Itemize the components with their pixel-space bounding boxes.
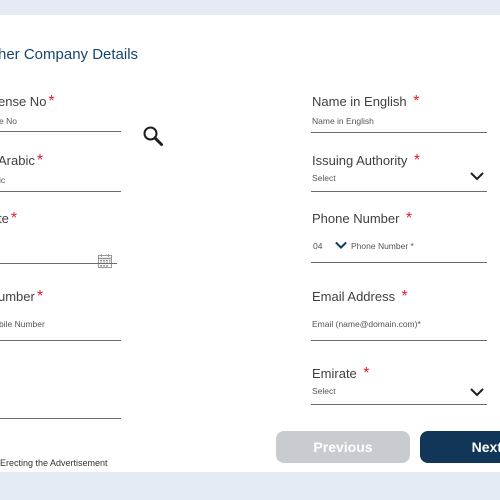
issuing-authority-label: Issuing Authority [312,153,408,168]
mobile-underline [0,340,121,341]
required-marker: * [36,152,44,169]
required-marker: * [401,288,408,305]
emirate-field-label: Emirate * [312,365,369,383]
license-underline [0,131,121,132]
form-card: her Company Details ense No * e No Arabic… [0,15,500,472]
license-label: ense No [0,94,47,109]
date-field-label: te* [0,210,17,228]
phone-code-select[interactable]: 04 [313,241,322,251]
arabic-underline [0,191,121,192]
email-underline [311,340,487,341]
issuing-authority-underline [311,191,487,192]
email-input[interactable]: Email (name@domain.com)* [312,319,421,329]
terms-text: Erecting the Advertisement [0,458,108,468]
date-underline [0,263,117,264]
required-marker: * [10,210,18,227]
name-english-underline [311,132,487,133]
phone-underline [311,262,487,263]
name-english-label: Name in English [312,94,407,109]
phone-label: Phone Number [312,211,400,226]
phone-input[interactable]: Phone Number * [351,241,414,251]
arabic-field-label: Arabic * [0,152,43,170]
required-marker: * [48,93,55,110]
calendar-icon[interactable] [98,254,112,268]
page-title: her Company Details [0,46,139,63]
mobile-field-label: umber * [0,288,43,306]
chevron-down-icon[interactable] [470,387,484,397]
email-field-label: Email Address * [312,288,408,306]
email-label: Email Address [312,289,396,304]
name-english-input[interactable]: Name in English [312,116,374,126]
blank-field-underline [0,418,121,419]
date-label: te [0,211,9,226]
name-english-field-label: Name in English * [312,93,419,111]
license-field-label: ense No * [0,93,55,111]
arabic-input[interactable]: ic [0,175,5,185]
license-input[interactable]: e No [0,116,17,126]
mobile-label: umber [0,289,35,304]
arabic-label: Arabic [0,153,35,168]
next-button-label: Next [471,439,500,455]
required-marker: * [36,288,44,305]
required-marker: * [413,152,421,169]
required-marker: * [363,365,370,382]
issuing-authority-field-label: Issuing Authority * [312,152,420,170]
required-marker: * [413,93,420,110]
search-icon[interactable] [142,125,164,147]
next-button[interactable]: Next [420,431,500,463]
emirate-underline [311,404,487,405]
issuing-authority-select[interactable]: Select [312,173,336,183]
mobile-input[interactable]: bile Number [0,319,45,329]
required-marker: * [405,210,413,227]
emirate-select[interactable]: Select [312,386,336,396]
emirate-label: Emirate [312,366,357,381]
chevron-down-icon[interactable] [335,240,347,250]
previous-button[interactable]: Previous [276,431,410,463]
phone-field-label: Phone Number * [312,210,412,228]
chevron-down-icon[interactable] [470,171,484,181]
